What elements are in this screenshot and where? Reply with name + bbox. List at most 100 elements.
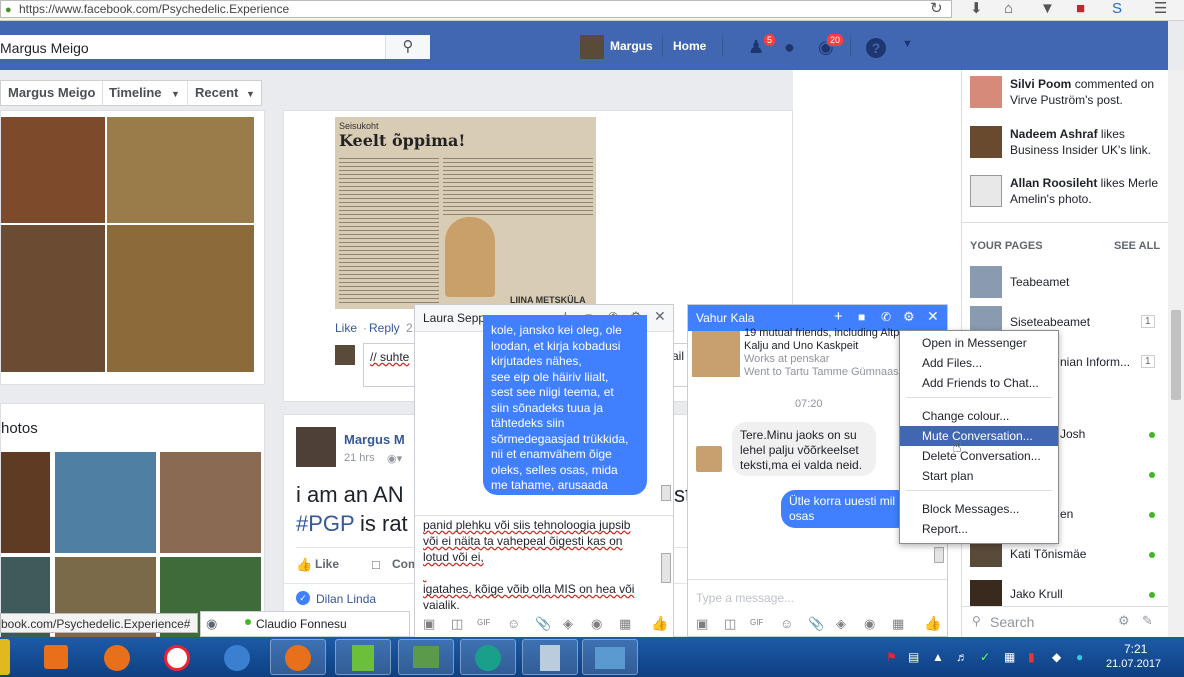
calendar-icon[interactable]: ▦	[892, 616, 904, 632]
tray-keyboard-icon[interactable]: ▮	[1028, 650, 1035, 664]
taskbar-app-thunderbird[interactable]	[210, 639, 266, 675]
taskbar-app-firefox-active[interactable]	[270, 639, 326, 675]
scrollbar-thumb[interactable]	[1171, 310, 1181, 400]
contact-name[interactable]: en	[1060, 507, 1073, 521]
home-icon[interactable]: ⌂	[1004, 1, 1013, 17]
chat-title[interactable]: Laura Sepp	[423, 311, 485, 325]
start-area[interactable]	[0, 639, 10, 675]
taskbar-app-network[interactable]	[398, 639, 454, 675]
like-icon[interactable]: 👍	[296, 557, 312, 573]
tray-signal-icon[interactable]: ▲	[932, 650, 944, 664]
see-all-link[interactable]: SEE ALL	[1114, 240, 1160, 252]
messenger-icon[interactable]: ●	[784, 37, 795, 58]
ticker-actor[interactable]: Allan Roosileht	[1010, 176, 1097, 190]
tray-check-icon[interactable]: ✓	[980, 650, 990, 664]
scrollbar[interactable]	[661, 485, 671, 501]
photo-thumbnail[interactable]	[1, 225, 105, 372]
author-avatar[interactable]	[296, 427, 336, 467]
image-icon[interactable]: ▣	[423, 616, 435, 632]
timeline-tab[interactable]: Timeline	[109, 85, 162, 100]
menu-open-in-messenger[interactable]: Open in Messenger	[900, 333, 1058, 353]
profile-name-tab[interactable]: Margus Meigo	[8, 85, 95, 100]
taskbar-app-eset[interactable]	[460, 639, 516, 675]
page-name[interactable]: Siseteabeamet	[1010, 315, 1090, 329]
newspaper-photo[interactable]: Seisukoht Keelt õppima! LIINA METSKÜLA	[335, 117, 596, 309]
privacy-globe-icon[interactable]: ◉▾	[387, 452, 402, 465]
menu-mute-conversation[interactable]: Mute Conversation...	[900, 426, 1058, 446]
notification-avatar[interactable]	[970, 76, 1002, 108]
tray-eset-icon[interactable]: ●	[1076, 650, 1083, 664]
user-avatar[interactable]	[580, 35, 604, 59]
page-scrollbar[interactable]	[1168, 70, 1184, 637]
message-input[interactable]: Type a message...	[696, 591, 794, 605]
chat-title[interactable]: Vahur Kala	[696, 311, 754, 325]
gear-icon[interactable]: ⚙	[903, 309, 915, 325]
scrollbar[interactable]	[661, 553, 671, 583]
chevron-down-icon[interactable]: ▼	[171, 89, 180, 99]
add-icon[interactable]: +	[834, 308, 843, 325]
comment-icon[interactable]: □	[372, 557, 380, 572]
camera-icon[interactable]: ◉	[591, 616, 602, 632]
thumbs-up-icon[interactable]: 👍	[924, 615, 941, 632]
address-bar[interactable]: ● https://www.facebook.com/Psychedelic.E…	[0, 0, 952, 18]
menu-report[interactable]: Report...	[900, 519, 1058, 539]
ticker-actor[interactable]: Nadeem Ashraf	[1010, 127, 1098, 141]
notification-avatar[interactable]	[970, 175, 1002, 207]
recent-tab[interactable]: Recent	[195, 85, 238, 100]
menu-change-colour[interactable]: Change colour...	[900, 406, 1058, 426]
home-link[interactable]: Home	[673, 39, 706, 53]
attach-icon[interactable]: 📎	[808, 616, 824, 632]
post-author[interactable]: Margus M	[344, 432, 405, 447]
contact-avatar[interactable]	[970, 541, 1002, 567]
help-icon[interactable]: ?	[866, 38, 886, 58]
page-name[interactable]: nian Inform...	[1060, 355, 1130, 369]
game-icon[interactable]: ◈	[563, 616, 573, 632]
phone-icon[interactable]: ✆	[881, 310, 891, 324]
chat-tab-claudio[interactable]: ◉ Claudio Fonnesu	[200, 611, 410, 637]
compose-icon[interactable]: ✎	[1142, 613, 1153, 629]
attach-icon[interactable]: 📎	[535, 616, 551, 632]
taskbar-app-firefox[interactable]	[90, 639, 146, 675]
contact-name[interactable]: Kati Tõnismäe	[1010, 547, 1086, 561]
search-box[interactable]: Margus Meigo ⚲	[0, 35, 430, 59]
clock-date[interactable]: 21.07.2017	[1106, 658, 1161, 670]
notification-avatar[interactable]	[970, 126, 1002, 158]
tray-clipboard-icon[interactable]: ▤	[908, 650, 919, 664]
page-name[interactable]: Teabeamet	[1010, 275, 1069, 289]
skype-icon[interactable]: S	[1112, 1, 1122, 17]
tray-app-icon[interactable]: ▦	[1004, 650, 1015, 664]
photo-thumbnail[interactable]	[107, 117, 254, 223]
game-icon[interactable]: ◈	[836, 616, 846, 632]
camera-icon[interactable]: ◉	[864, 616, 875, 632]
emoji-icon[interactable]: ☺	[780, 616, 793, 631]
page-avatar[interactable]	[970, 266, 1002, 298]
menu-icon[interactable]: ☰	[1154, 1, 1167, 17]
contact-avatar[interactable]	[970, 580, 1002, 606]
photo-thumbnail[interactable]	[55, 452, 156, 553]
close-icon[interactable]: ✕	[927, 308, 939, 325]
gear-icon[interactable]: ⚙	[1118, 613, 1130, 629]
photo-thumbnail[interactable]	[160, 452, 261, 553]
ticker-item[interactable]: Silvi Poom commented on Virve Puström's …	[1010, 76, 1162, 108]
reactor-name[interactable]: Dilan Linda	[316, 592, 376, 606]
thumbs-up-icon[interactable]: 👍	[651, 615, 668, 632]
tray-network-icon[interactable]: ◆	[1052, 650, 1061, 664]
clock-time[interactable]: 7:21	[1124, 642, 1147, 656]
compose-textarea[interactable]: panid plehku või siis tehnoloogia jupsib…	[423, 517, 658, 609]
contact-avatar[interactable]	[692, 331, 740, 377]
reload-icon[interactable]: ↻	[930, 1, 943, 17]
photo-thumbnail[interactable]	[1, 452, 50, 553]
ticker-item[interactable]: Allan Roosileht likes Merle Amelin's pho…	[1010, 175, 1162, 207]
pocket-icon[interactable]: ▼	[1040, 1, 1055, 17]
contact-name[interactable]: Josh	[1060, 427, 1085, 441]
account-dropdown-icon[interactable]: ▼	[902, 38, 913, 50]
video-call-icon[interactable]: ■	[858, 310, 865, 324]
ticker-actor[interactable]: Silvi Poom	[1010, 77, 1071, 91]
friend-requests-icon[interactable]: ♟	[748, 37, 764, 58]
post-hashtag[interactable]: #PGP	[296, 511, 355, 537]
ticker-item[interactable]: Nadeem Ashraf likes Business Insider UK'…	[1010, 126, 1162, 158]
download-icon[interactable]: ⬇	[970, 1, 983, 17]
reply-link[interactable]: Reply	[369, 321, 400, 335]
profile-link[interactable]: Margus	[610, 39, 653, 53]
taskbar-app-media[interactable]	[30, 639, 86, 675]
